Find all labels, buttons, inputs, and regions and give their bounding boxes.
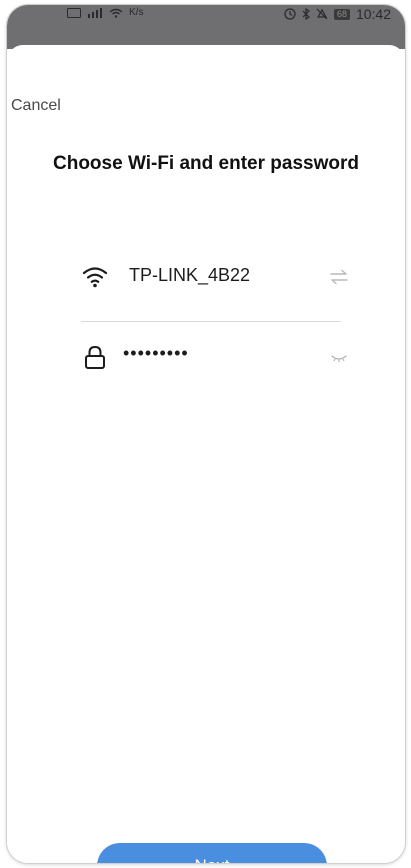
status-bar: K/s 68 10:42 <box>7 5 405 49</box>
bluetooth-icon <box>302 8 310 20</box>
next-button[interactable]: Next <box>97 843 327 863</box>
cancel-button[interactable]: Cancel <box>11 97 61 115</box>
wifi-ssid: TP-LINK_4B22 <box>129 265 251 285</box>
wifi-status-icon <box>109 8 123 18</box>
wifi-icon <box>82 267 108 288</box>
divider <box>81 321 341 322</box>
password-field[interactable]: ••••••••• <box>123 343 189 364</box>
sim-icon <box>67 7 81 18</box>
password-row[interactable]: ••••••••• <box>81 341 349 373</box>
swap-icon[interactable] <box>329 267 349 287</box>
network-speed-unit: K/s <box>129 7 144 18</box>
status-left: K/s <box>67 7 143 18</box>
wifi-network-row[interactable]: TP-LINK_4B22 <box>81 261 349 293</box>
battery-indicator: 68 <box>333 8 350 20</box>
mute-icon <box>316 8 328 20</box>
battery-level: 68 <box>336 8 347 19</box>
signal-icon <box>88 7 102 18</box>
phone-frame: K/s 68 10:42 Cancel Choose Wi-Fi and ent… <box>6 4 406 864</box>
status-right: 68 10:42 <box>284 6 391 22</box>
eye-closed-icon[interactable] <box>329 347 349 367</box>
screen: K/s 68 10:42 Cancel Choose Wi-Fi and ent… <box>0 0 411 868</box>
lock-icon <box>85 345 105 369</box>
page-title: Choose Wi-Fi and enter password <box>53 153 359 174</box>
alarm-icon <box>284 8 296 20</box>
clock: 10:42 <box>355 6 391 22</box>
wifi-setup-sheet: Cancel Choose Wi-Fi and enter password T… <box>7 45 405 863</box>
